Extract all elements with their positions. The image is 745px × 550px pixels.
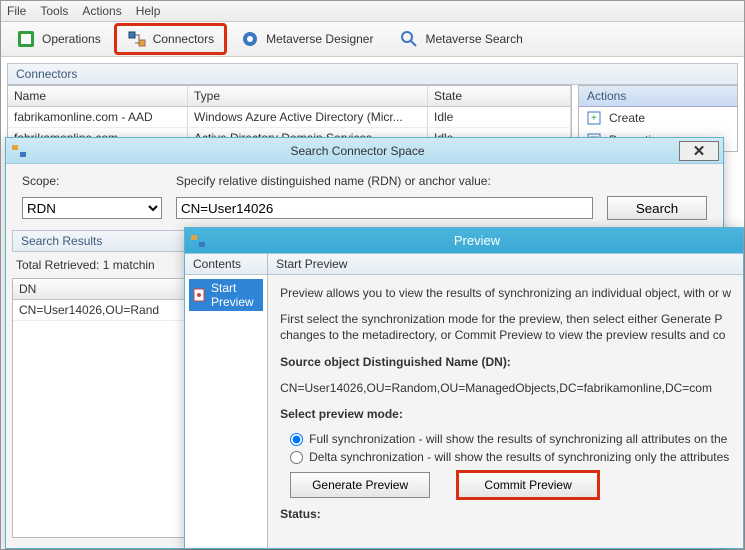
preview-window: Preview Contents Start Preview Start Pre… (184, 227, 744, 549)
dn-label: Source object Distinguished Name (DN): (280, 355, 511, 369)
radio-delta-label: Delta synchronization - will show the re… (309, 450, 729, 464)
tree-item-label: Start Preview (211, 281, 259, 309)
connectors-grid-head: Name Type State (8, 86, 571, 107)
close-button[interactable]: ✕ (679, 141, 719, 161)
scope-instructions: Specify relative distinguished name (RDN… (176, 174, 491, 188)
cell-type: Windows Azure Active Directory (Micr... (188, 107, 428, 127)
operations-icon (16, 29, 36, 49)
contents-header: Contents (185, 254, 267, 275)
preview-main: Start Preview Preview allows you to view… (268, 254, 743, 548)
svg-text:+: + (591, 113, 597, 124)
cell-name: fabrikamonline.com - AAD (8, 107, 188, 127)
col-state[interactable]: State (428, 86, 571, 106)
radio-full-sync[interactable]: Full synchronization - will show the res… (290, 432, 731, 446)
toolbar-mv-designer[interactable]: Metaverse Designer (229, 25, 384, 53)
toolbar-mv-search-label: Metaverse Search (425, 32, 522, 46)
col-name[interactable]: Name (8, 86, 188, 106)
menu-help[interactable]: Help (136, 4, 161, 18)
status-label: Status: (280, 507, 321, 521)
search-button[interactable]: Search (607, 196, 707, 220)
radio-delta-sync[interactable]: Delta synchronization - will show the re… (290, 450, 731, 464)
preview-tree: Contents Start Preview (185, 254, 268, 548)
mv-designer-icon (240, 29, 260, 49)
toolbar-operations[interactable]: Operations (5, 25, 112, 53)
cell-state: Idle (428, 107, 571, 127)
connectors-icon (127, 29, 147, 49)
menubar: File Tools Actions Help (1, 1, 744, 22)
page-icon (193, 288, 207, 302)
toolbar: Operations Connectors Metaverse Designer… (1, 22, 744, 57)
preview-text-1: Preview allows you to view the results o… (280, 285, 731, 301)
action-create-label: Create (609, 111, 645, 125)
col-type[interactable]: Type (188, 86, 428, 106)
dn-value: CN=User14026,OU=Random,OU=ManagedObjects… (280, 380, 731, 396)
scs-titlebar[interactable]: Search Connector Space ✕ (6, 138, 723, 164)
mode-label: Select preview mode: (280, 407, 403, 421)
commit-preview-button[interactable]: Commit Preview (458, 472, 598, 498)
toolbar-connectors-label: Connectors (153, 32, 214, 46)
menu-actions[interactable]: Actions (82, 4, 121, 18)
close-icon: ✕ (693, 142, 706, 160)
toolbar-mv-search[interactable]: Metaverse Search (388, 25, 533, 53)
menu-file[interactable]: File (7, 4, 26, 18)
actions-header: Actions (579, 86, 737, 107)
rdn-input[interactable] (176, 197, 593, 219)
radio-full-input[interactable] (290, 433, 303, 446)
start-preview-header: Start Preview (268, 254, 743, 275)
preview-titlebar[interactable]: Preview (185, 228, 743, 254)
window-icon (10, 142, 28, 160)
action-create[interactable]: + Create (579, 107, 737, 129)
toolbar-connectors[interactable]: Connectors (116, 25, 225, 53)
tree-start-preview[interactable]: Start Preview (189, 279, 263, 311)
connectors-header: Connectors (7, 63, 738, 85)
preview-text-2a: First select the synchronization mode fo… (280, 311, 731, 327)
scope-label: Scope: (22, 174, 162, 188)
mv-search-icon (399, 29, 419, 49)
radio-delta-input[interactable] (290, 451, 303, 464)
connector-row[interactable]: fabrikamonline.com - AAD Windows Azure A… (8, 107, 571, 128)
scope-select[interactable]: RDN (22, 197, 162, 219)
menu-tools[interactable]: Tools (40, 4, 68, 18)
create-icon: + (587, 110, 603, 126)
generate-preview-button[interactable]: Generate Preview (290, 472, 430, 498)
scs-title: Search Connector Space (36, 144, 679, 158)
window-icon (189, 232, 207, 250)
preview-text-2b: changes to the metadirectory, or Commit … (280, 327, 731, 343)
toolbar-mv-designer-label: Metaverse Designer (266, 32, 373, 46)
radio-full-label: Full synchronization - will show the res… (309, 432, 727, 446)
preview-title: Preview (215, 233, 739, 248)
toolbar-operations-label: Operations (42, 32, 101, 46)
